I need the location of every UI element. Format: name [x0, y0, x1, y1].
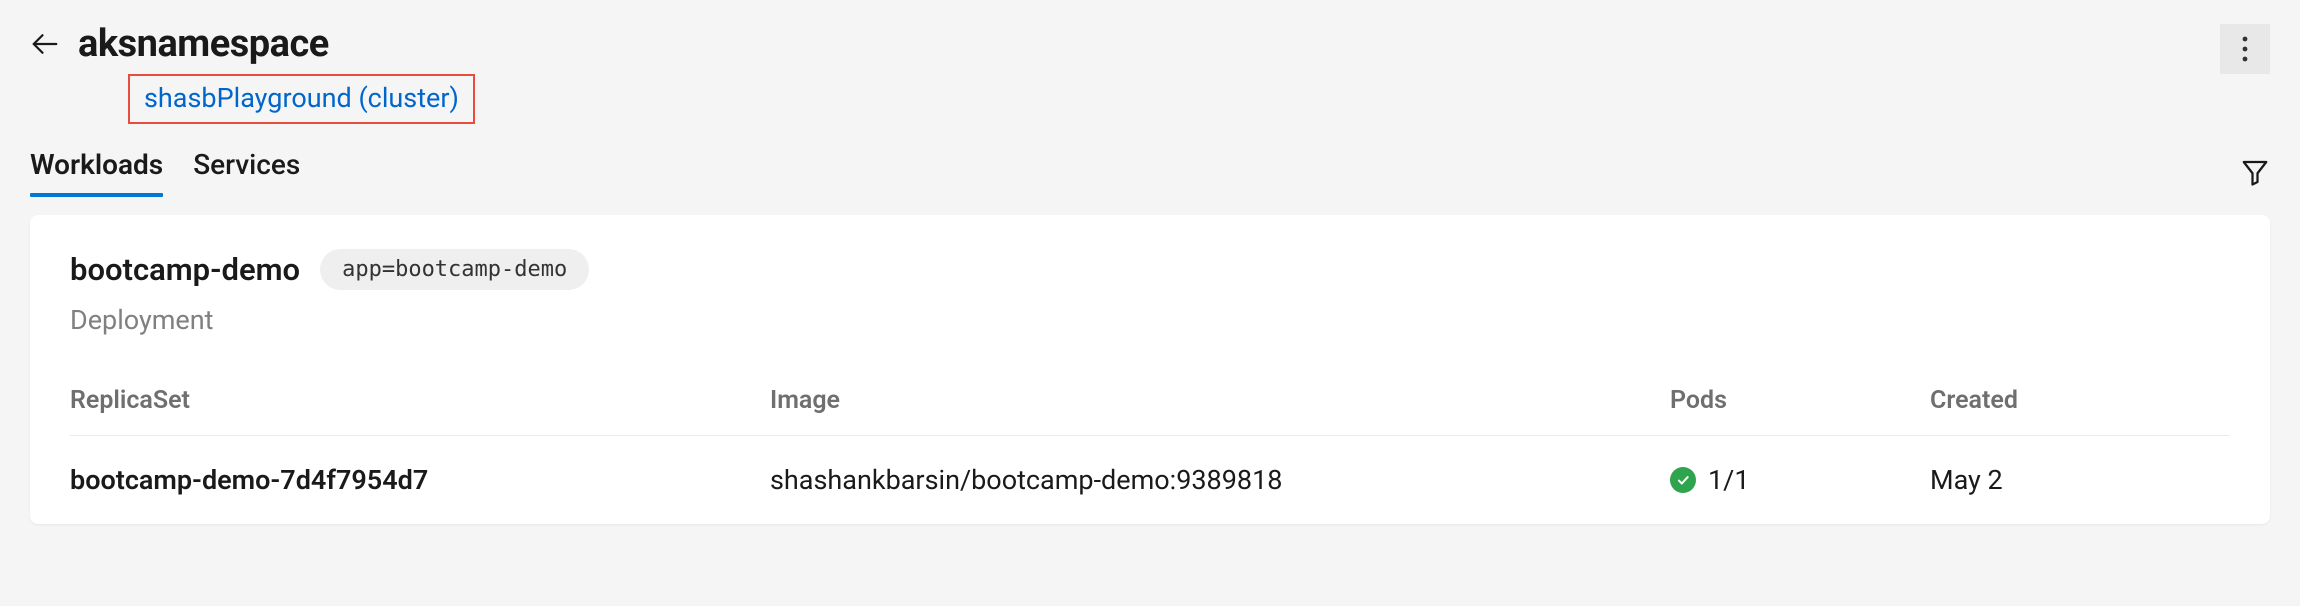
deployment-card: bootcamp-demo app=bootcamp-demo Deployme…	[30, 215, 2270, 524]
cell-pods: 1/1	[1670, 464, 1930, 496]
deployment-label-pill: app=bootcamp-demo	[320, 249, 589, 290]
deployment-name: bootcamp-demo	[70, 251, 300, 288]
status-success-icon	[1670, 467, 1696, 493]
cell-created: May 2	[1930, 464, 2230, 496]
tab-workloads[interactable]: Workloads	[30, 148, 163, 195]
tab-services[interactable]: Services	[193, 148, 300, 195]
replicaset-table: ReplicaSet Image Pods Created bootcamp-d…	[70, 386, 2230, 524]
page-title: aksnamespace	[78, 22, 329, 66]
pods-count: 1/1	[1708, 464, 1750, 496]
cell-image: shashankbarsin/bootcamp-demo:9389818	[770, 464, 1670, 496]
back-arrow-icon[interactable]	[30, 29, 60, 59]
more-menu-button[interactable]	[2220, 24, 2270, 74]
table-row[interactable]: bootcamp-demo-7d4f7954d7 shashankbarsin/…	[70, 436, 2230, 524]
th-replicaset: ReplicaSet	[70, 386, 770, 415]
deployment-kind: Deployment	[70, 304, 2230, 336]
th-image: Image	[770, 386, 1670, 415]
th-created: Created	[1930, 386, 2230, 415]
filter-icon[interactable]	[2240, 157, 2270, 187]
tab-bar: Workloads Services	[30, 148, 300, 195]
cell-replicaset: bootcamp-demo-7d4f7954d7	[70, 464, 770, 496]
cluster-highlight-box: shasbPlayground (cluster)	[128, 74, 475, 124]
cluster-link[interactable]: shasbPlayground (cluster)	[144, 82, 459, 114]
th-pods: Pods	[1670, 386, 1930, 415]
vertical-dots-icon	[2242, 36, 2248, 62]
